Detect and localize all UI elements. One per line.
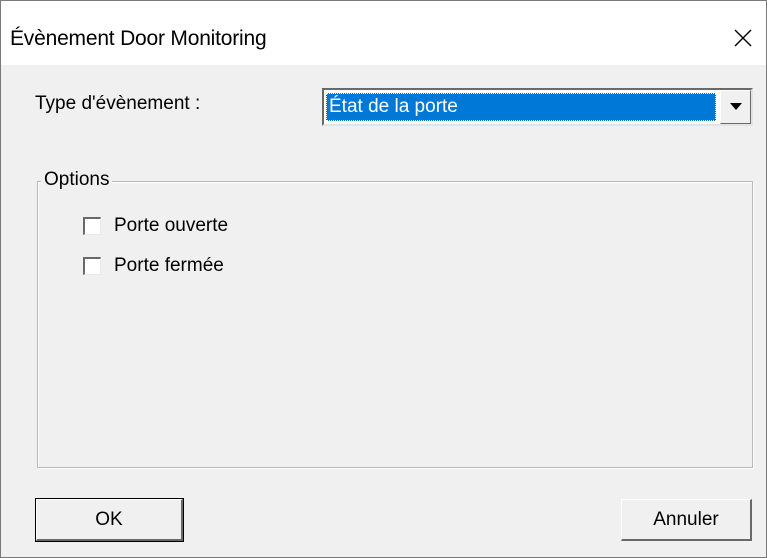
- dialog-window: Évènement Door Monitoring Type d'évèneme…: [0, 0, 767, 558]
- porte-ouverte-label[interactable]: Porte ouverte: [114, 215, 228, 237]
- title-bar: Évènement Door Monitoring: [1, 1, 766, 65]
- event-type-label: Type d'évènement :: [35, 93, 201, 114]
- close-icon: [734, 29, 752, 47]
- checkbox-row-porte-ouverte[interactable]: Porte ouverte: [83, 215, 228, 237]
- options-legend: Options: [41, 169, 113, 191]
- checkbox-row-porte-fermee[interactable]: Porte fermée: [83, 255, 224, 277]
- ok-button[interactable]: OK: [35, 498, 184, 542]
- close-button[interactable]: [720, 19, 766, 57]
- event-type-select[interactable]: État de la porte: [322, 88, 753, 126]
- cancel-button[interactable]: Annuler: [621, 499, 752, 541]
- porte-fermee-label[interactable]: Porte fermée: [114, 255, 224, 277]
- dropdown-button[interactable]: [720, 90, 751, 124]
- event-type-selected-value[interactable]: État de la porte: [326, 93, 716, 121]
- chevron-down-icon: [729, 103, 742, 110]
- window-title: Évènement Door Monitoring: [10, 27, 267, 50]
- event-type-select-field[interactable]: État de la porte: [324, 90, 719, 124]
- porte-ouverte-checkbox[interactable]: [83, 217, 101, 235]
- porte-fermee-checkbox[interactable]: [83, 257, 101, 275]
